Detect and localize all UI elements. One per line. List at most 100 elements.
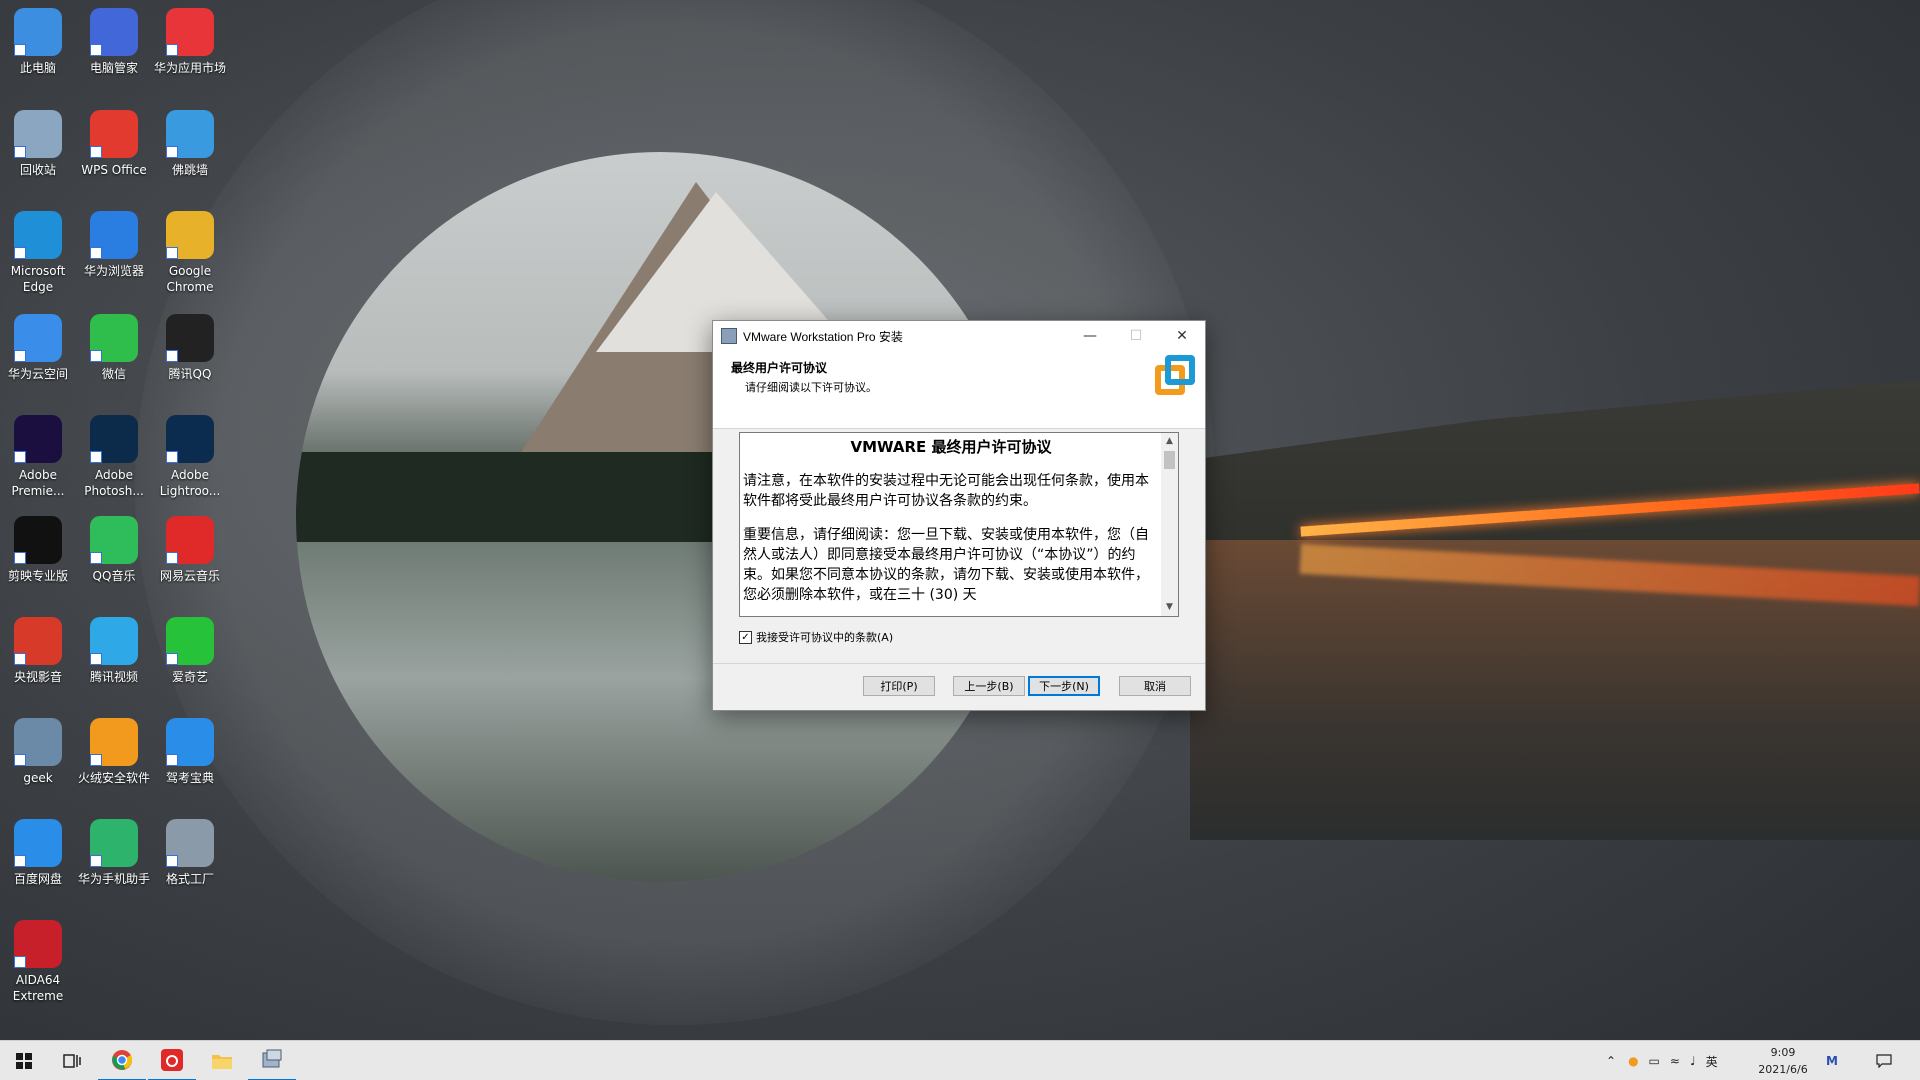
print-button[interactable]: 打印(P) [863, 676, 935, 696]
shortcut-arrow-icon [14, 44, 26, 56]
desktop-icon-label: Adobe Lightroo... [159, 468, 221, 498]
folder-icon[interactable] [198, 1041, 246, 1080]
desktop-icon-label: 腾讯QQ [168, 367, 212, 381]
desktop-icon[interactable]: WPS Office [76, 106, 152, 178]
desktop-icon[interactable]: 华为云空间 [0, 310, 76, 382]
battery-icon[interactable]: ▭ [1649, 1054, 1660, 1068]
wifi-icon[interactable]: ≈ [1670, 1054, 1680, 1068]
desktop-icon[interactable]: 火绒安全软件 [76, 714, 152, 786]
desktop-icon[interactable]: 微信 [76, 310, 152, 382]
installer-dialog: VMware Workstation Pro 安装 — ☐ ✕ 最终用户许可协议… [712, 320, 1206, 711]
desktop-icon[interactable]: 驾考宝典 [152, 714, 228, 786]
clock[interactable]: 9:09 2021/6/6 [1748, 1044, 1818, 1078]
minimize-button[interactable]: — [1067, 321, 1113, 351]
desktop-icon-label: WPS Office [81, 163, 147, 177]
accept-label[interactable]: 我接受许可协议中的条款(A) [756, 629, 893, 645]
desktop-icon[interactable]: 此电脑 [0, 4, 76, 76]
tencent-video-icon [90, 617, 138, 665]
license-text-box[interactable]: VMWARE 最终用户许可协议 请注意，在本软件的安装过程中无论可能会出现任何条… [739, 432, 1179, 617]
shortcut-arrow-icon [166, 552, 178, 564]
huorong-tray-icon[interactable]: ● [1628, 1054, 1638, 1068]
desktop-icon[interactable]: 腾讯QQ [152, 310, 228, 382]
license-paragraph-2: 重要信息，请仔细阅读：您一旦下载、安装或使用本软件，您（自然人或法人）即同意接受… [743, 527, 1149, 603]
shortcut-arrow-icon [90, 552, 102, 564]
shortcut-arrow-icon [14, 754, 26, 766]
edge-icon [14, 211, 62, 259]
close-button[interactable]: ✕ [1159, 321, 1205, 351]
desktop-icon[interactable]: 格式工厂 [152, 815, 228, 887]
next-button[interactable]: 下一步(N) [1028, 676, 1100, 696]
desktop-icon-label: 华为应用市场 [153, 61, 226, 75]
shortcut-arrow-icon [14, 956, 26, 968]
desktop-icon[interactable]: 剪映专业版 [0, 512, 76, 584]
chrome-icon[interactable] [98, 1041, 146, 1080]
windows-start-icon[interactable] [0, 1041, 48, 1080]
baidu-netdisk-icon [14, 819, 62, 867]
desktop-icon-label: 百度网盘 [13, 872, 62, 886]
netease-music-icon[interactable] [148, 1041, 196, 1080]
desktop-icon[interactable]: 回收站 [0, 106, 76, 178]
desktop-icon-label: 此电脑 [19, 61, 56, 75]
volume-icon[interactable]: ♩ [1690, 1054, 1696, 1068]
desktop-icon[interactable]: 网易云音乐 [152, 512, 228, 584]
desktop-icon-label: 微信 [101, 367, 126, 381]
desktop-icon[interactable]: Google Chrome [152, 207, 228, 295]
installer-icon[interactable] [248, 1041, 296, 1080]
desktop-icon[interactable]: Adobe Photosh... [76, 411, 152, 499]
huawei-cloud-icon [14, 314, 62, 362]
desktop-icon[interactable]: QQ音乐 [76, 512, 152, 584]
desktop-icon-label: QQ音乐 [92, 569, 136, 583]
shortcut-arrow-icon [90, 754, 102, 766]
desktop-icon[interactable]: 华为手机助手 [76, 815, 152, 887]
cancel-button[interactable]: 取消 [1119, 676, 1191, 696]
desktop-icon[interactable]: 佛跳墙 [152, 106, 228, 178]
desktop-icon[interactable]: 华为应用市场 [152, 4, 228, 76]
desktop-icon[interactable]: 电脑管家 [76, 4, 152, 76]
photoshop-icon [90, 415, 138, 463]
shortcut-arrow-icon [14, 653, 26, 665]
ime-indicator[interactable]: 英 [1706, 1053, 1718, 1070]
back-button[interactable]: 上一步(B) [953, 676, 1025, 696]
desktop-icon[interactable]: 腾讯视频 [76, 613, 152, 685]
accept-checkbox[interactable]: ✓ [739, 630, 752, 644]
shortcut-arrow-icon [90, 653, 102, 665]
shortcut-arrow-icon [90, 146, 102, 158]
notification-icon[interactable] [1876, 1041, 1892, 1080]
accept-checkbox-row[interactable]: ✓ 我接受许可协议中的条款(A) [739, 629, 893, 645]
shortcut-arrow-icon [166, 350, 178, 362]
desktop-icon[interactable]: AIDA64 Extreme [0, 916, 76, 1004]
chevron-up-icon[interactable]: ⌃ [1606, 1054, 1616, 1068]
scroll-down-icon[interactable]: ▼ [1161, 599, 1178, 616]
dialog-titlebar[interactable]: VMware Workstation Pro 安装 — ☐ ✕ [713, 321, 1205, 351]
divider [713, 663, 1205, 664]
scroll-thumb[interactable] [1164, 451, 1175, 469]
scroll-up-icon[interactable]: ▲ [1161, 433, 1178, 450]
desktop-icon[interactable]: 百度网盘 [0, 815, 76, 887]
desktop-icon-label: Adobe Photosh... [84, 468, 144, 498]
desktop-icon-label: 爱奇艺 [171, 670, 208, 684]
desktop-icon[interactable]: 爱奇艺 [152, 613, 228, 685]
desktop-icon[interactable]: Adobe Premie... [0, 411, 76, 499]
desktop-icon-label: AIDA64 Extreme [12, 973, 64, 1003]
maximize-button: ☐ [1129, 328, 1143, 344]
desktop-icon[interactable]: 央视影音 [0, 613, 76, 685]
desktop-icon-label: geek [23, 771, 53, 785]
desktop-icon[interactable]: Microsoft Edge [0, 207, 76, 295]
shortcut-arrow-icon [166, 44, 178, 56]
desktop-icon-label: Google Chrome [166, 264, 214, 294]
shortcut-arrow-icon [90, 247, 102, 259]
shortcut-arrow-icon [166, 653, 178, 665]
desktop-icon[interactable]: 华为浏览器 [76, 207, 152, 279]
format-factory-icon [166, 819, 214, 867]
shortcut-arrow-icon [90, 350, 102, 362]
wps-office-icon [90, 110, 138, 158]
shortcut-arrow-icon [90, 855, 102, 867]
jiakao-icon [166, 718, 214, 766]
desktop-icon[interactable]: Adobe Lightroo... [152, 411, 228, 499]
desktop-icon[interactable]: geek [0, 714, 76, 786]
license-scrollbar[interactable]: ▲ ▼ [1161, 433, 1178, 616]
pc-manager-tray-icon[interactable]: M [1826, 1041, 1838, 1080]
task-view-icon[interactable] [48, 1041, 96, 1080]
dialog-title: VMware Workstation Pro 安装 [743, 329, 903, 344]
header-title: 最终用户许可协议 [731, 361, 828, 375]
